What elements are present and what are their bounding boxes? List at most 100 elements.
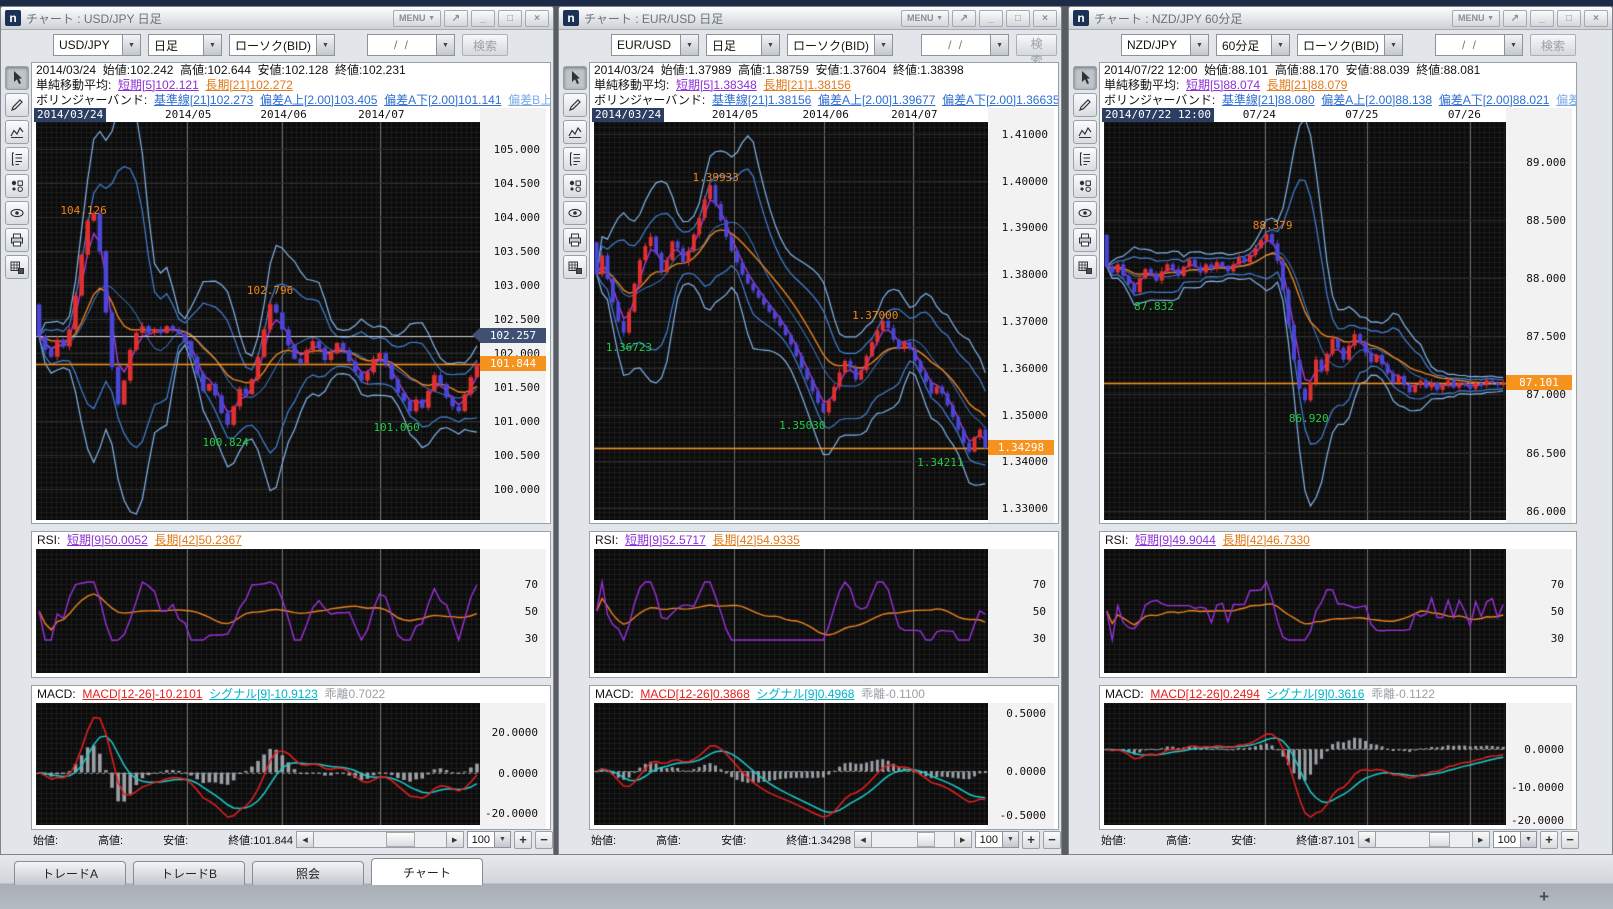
search-button[interactable]: 検索 [1530, 34, 1576, 56]
macd-chart[interactable] [594, 703, 988, 825]
zoom-in-button[interactable]: + [1022, 831, 1040, 849]
pointer-tool-button[interactable] [563, 66, 587, 90]
maximize-button[interactable]: □ [498, 10, 522, 27]
price-type-select[interactable]: ローソク(BID)▼ [787, 34, 893, 56]
open-value: 1.37989 [688, 63, 731, 77]
app-logo-icon: n [563, 10, 579, 26]
zoom-out-button[interactable]: − [535, 831, 553, 849]
period-select[interactable]: 60分足▼ [1216, 34, 1290, 56]
y-tick: 103.500 [494, 245, 540, 258]
visibility-tool-button[interactable] [5, 201, 29, 225]
macd-axis: 20.00000.0000-20.0000 [480, 703, 546, 829]
detach-button[interactable]: ↗ [444, 10, 468, 27]
maximize-button[interactable]: □ [1557, 10, 1581, 27]
pair-select[interactable]: NZD/JPY▼ [1121, 34, 1209, 56]
search-button[interactable]: 検索 [1016, 34, 1057, 56]
chart-scrollbar[interactable]: ◀ ▶ [1358, 831, 1490, 848]
search-button[interactable]: 検索 [462, 34, 508, 56]
minimize-button[interactable]: _ [979, 10, 1003, 27]
scroll-left-icon[interactable]: ◀ [297, 832, 314, 847]
chevron-down-icon: ▼ [761, 35, 779, 55]
close-button[interactable]: × [525, 10, 549, 27]
indicator-tool-button[interactable] [1073, 120, 1097, 144]
print-button[interactable] [563, 228, 587, 252]
close-button[interactable]: × [1033, 10, 1057, 27]
price-type-select[interactable]: ローソク(BID)▼ [1297, 34, 1403, 56]
save-layout-button[interactable] [5, 255, 29, 279]
scrollbar-track[interactable] [872, 832, 954, 847]
objects-tool-button[interactable] [5, 174, 29, 198]
tab-trade-b[interactable]: トレードB [133, 861, 245, 885]
scale-tool-button[interactable] [563, 147, 587, 171]
bar-count-select[interactable]: 100▼ [975, 831, 1019, 848]
pointer-tool-button[interactable] [5, 66, 29, 90]
draw-tool-button[interactable] [563, 93, 587, 117]
macd-chart[interactable] [36, 703, 480, 825]
scale-tool-button[interactable] [1073, 147, 1097, 171]
period-select[interactable]: 日足▼ [148, 34, 222, 56]
close-button[interactable]: × [1584, 10, 1608, 27]
indicator-tool-button[interactable] [563, 120, 587, 144]
tab-inquiry[interactable]: 照会 [252, 861, 364, 885]
zoom-in-button[interactable]: + [1540, 831, 1558, 849]
scroll-left-icon[interactable]: ◀ [855, 832, 872, 847]
zoom-out-button[interactable]: − [1561, 831, 1579, 849]
objects-tool-button[interactable] [1073, 174, 1097, 198]
print-button[interactable] [5, 228, 29, 252]
tab-chart[interactable]: チャート [371, 858, 483, 885]
price-type-select[interactable]: ローソク(BID)▼ [229, 34, 335, 56]
scrollbar-track[interactable] [1376, 832, 1472, 847]
scroll-right-icon[interactable]: ▶ [1472, 832, 1489, 847]
date-select[interactable]: / /▼ [921, 34, 1009, 56]
bar-count-select[interactable]: 100▼ [1493, 831, 1537, 848]
pair-select[interactable]: EUR/USD▼ [611, 34, 699, 56]
minimize-button[interactable]: _ [471, 10, 495, 27]
detach-button[interactable]: ↗ [952, 10, 976, 27]
scale-tool-button[interactable] [5, 147, 29, 171]
sma-title: 単純移動平均: [594, 78, 669, 92]
menu-button[interactable]: MENU ▼ [901, 10, 949, 27]
scrollbar-track[interactable] [314, 832, 446, 847]
menu-button[interactable]: MENU ▼ [1452, 10, 1500, 27]
rsi-chart[interactable] [594, 549, 988, 673]
rsi-chart[interactable] [36, 549, 480, 673]
scrollbar-thumb[interactable] [386, 832, 415, 847]
zoom-out-button[interactable]: − [1043, 831, 1061, 849]
date-select[interactable]: / /▼ [367, 34, 455, 56]
date-select[interactable]: / /▼ [1435, 34, 1523, 56]
save-layout-button[interactable] [563, 255, 587, 279]
objects-tool-button[interactable] [563, 174, 587, 198]
chart-scrollbar[interactable]: ◀ ▶ [854, 831, 972, 848]
chevron-down-icon: ▼ [1520, 832, 1536, 847]
print-button[interactable] [1073, 228, 1097, 252]
detach-button[interactable]: ↗ [1503, 10, 1527, 27]
price-chart[interactable] [36, 122, 480, 520]
draw-tool-button[interactable] [5, 93, 29, 117]
indicator-tool-button[interactable] [5, 120, 29, 144]
draw-tool-button[interactable] [1073, 93, 1097, 117]
visibility-tool-button[interactable] [563, 201, 587, 225]
pair-select[interactable]: USD/JPY▼ [53, 34, 141, 56]
minimize-button[interactable]: _ [1530, 10, 1554, 27]
macd-chart[interactable] [1104, 703, 1506, 825]
chevron-down-icon: ▼ [494, 832, 510, 847]
bar-count-select[interactable]: 100▼ [467, 831, 511, 848]
rsi-chart[interactable] [1104, 549, 1506, 673]
pointer-tool-button[interactable] [1073, 66, 1097, 90]
scroll-right-icon[interactable]: ▶ [446, 832, 463, 847]
macd-line-label: MACD[12-26] [1150, 687, 1223, 701]
price-chart[interactable] [1104, 122, 1506, 520]
scroll-right-icon[interactable]: ▶ [954, 832, 971, 847]
scroll-left-icon[interactable]: ◀ [1359, 832, 1376, 847]
chart-scrollbar[interactable]: ◀ ▶ [296, 831, 464, 848]
tab-trade-a[interactable]: トレードA [14, 861, 126, 885]
scrollbar-thumb[interactable] [1429, 832, 1450, 847]
visibility-tool-button[interactable] [1073, 201, 1097, 225]
maximize-button[interactable]: □ [1006, 10, 1030, 27]
zoom-in-button[interactable]: + [514, 831, 532, 849]
period-select[interactable]: 日足▼ [706, 34, 780, 56]
add-button[interactable]: + [1533, 887, 1555, 906]
save-layout-button[interactable] [1073, 255, 1097, 279]
scrollbar-thumb[interactable] [917, 832, 935, 847]
menu-button[interactable]: MENU ▼ [393, 10, 441, 27]
